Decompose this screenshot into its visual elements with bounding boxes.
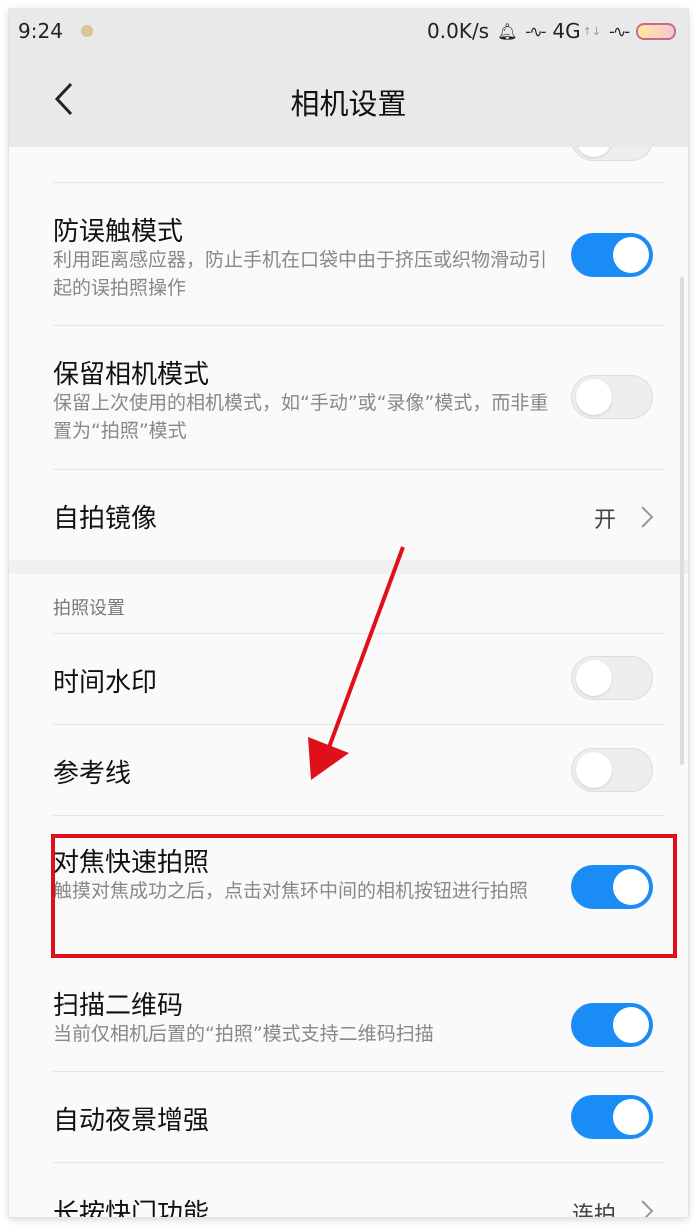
setting-anti-mistouch[interactable]: 防误触模式 利用距离感应器，防止手机在口袋中由于挤压或织物滑动引起的误拍照操作 [9, 183, 688, 325]
setting-keep-camera-mode[interactable]: 保留相机模式 保留上次使用的相机模式，如“手动”或“录像”模式，而非重置为“拍照… [9, 326, 688, 469]
setting-title: 长按快门功能 [53, 1199, 210, 1217]
setting-description: 利用距离感应器，防止手机在口袋中由于挤压或织物滑动引起的误拍照操作 [53, 249, 548, 299]
setting-title: 自动夜景增强 [53, 1106, 210, 1136]
keep-mode-toggle[interactable] [571, 375, 653, 419]
setting-value: 开 [594, 508, 617, 533]
setting-long-press-shutter[interactable]: 长按快门功能 连拍 [9, 1163, 688, 1217]
setting-title: 保留相机模式 [53, 360, 210, 390]
section-header: 拍照设置 [53, 598, 125, 619]
toggle-knob [576, 752, 612, 788]
setting-night-enhance[interactable]: 自动夜景增强 [9, 1072, 688, 1162]
toggle-switch[interactable] [571, 147, 653, 161]
chevron-right-icon [641, 506, 654, 528]
setting-title: 时间水印 [53, 668, 158, 698]
status-indicators: 0.0K/s 🔔︎ -∿- 4G ↑↓ -∿- [427, 19, 676, 43]
night-enhance-toggle[interactable] [571, 1095, 653, 1139]
status-bar: 9:24 0.0K/s 🔔︎ -∿- 4G ↑↓ -∿- [9, 9, 688, 53]
time-watermark-toggle[interactable] [571, 656, 653, 700]
setting-description: 当前仅相机后置的“拍照”模式支持二维码扫描 [53, 1023, 434, 1045]
network-type: 4G [552, 19, 581, 43]
anti-mistouch-toggle[interactable] [571, 233, 653, 277]
setting-title: 扫描二维码 [53, 991, 184, 1021]
setting-title: 防误触模式 [53, 217, 184, 247]
setting-title: 自拍镜像 [53, 504, 158, 534]
vowifi-icon: -∿- [525, 21, 546, 41]
scrollbar[interactable] [680, 277, 684, 765]
setting-title: 参考线 [53, 759, 132, 789]
chevron-right-icon [641, 1200, 654, 1217]
setting-grid-lines[interactable]: 参考线 [9, 725, 688, 815]
vowifi-icon-2: -∿- [609, 21, 630, 41]
toggle-knob [576, 660, 612, 696]
setting-description: 保留上次使用的相机模式，如“手动”或“录像”模式，而非重置为“拍照”模式 [53, 392, 549, 442]
title-bar: 相机设置 [9, 53, 688, 147]
bell-icon: 🔔︎ [497, 21, 518, 41]
toggle-knob [576, 379, 612, 415]
setting-qr-scan[interactable]: 扫描二维码 当前仅相机后置的“拍照”模式支持二维码扫描 [9, 958, 688, 1071]
toggle-knob [576, 147, 612, 157]
toggle-knob [613, 1007, 649, 1043]
list-item-partial [9, 147, 688, 183]
battery-icon [636, 22, 676, 40]
settings-list[interactable]: 防误触模式 利用距离感应器，防止手机在口袋中由于挤压或织物滑动引起的误拍照操作 … [9, 147, 688, 1217]
phone-screen: 9:24 0.0K/s 🔔︎ -∿- 4G ↑↓ -∿- 相机设置 防误触模式 … [9, 9, 688, 1217]
toggle-knob [613, 1099, 649, 1135]
grid-lines-toggle[interactable] [571, 748, 653, 792]
notification-dot-icon [81, 25, 93, 37]
page-title: 相机设置 [290, 87, 407, 121]
status-time: 9:24 [18, 19, 63, 43]
section-separator [9, 560, 688, 574]
network-speed: 0.0K/s [427, 19, 490, 43]
setting-selfie-mirror[interactable]: 自拍镜像 开 [9, 470, 688, 560]
data-activity-icon: ↑↓ [582, 24, 602, 38]
setting-value: 连拍 [572, 1203, 617, 1217]
toggle-knob [613, 237, 649, 273]
qr-scan-toggle[interactable] [571, 1003, 653, 1047]
annotation-highlight-box [51, 834, 677, 958]
setting-time-watermark[interactable]: 时间水印 [9, 634, 688, 724]
